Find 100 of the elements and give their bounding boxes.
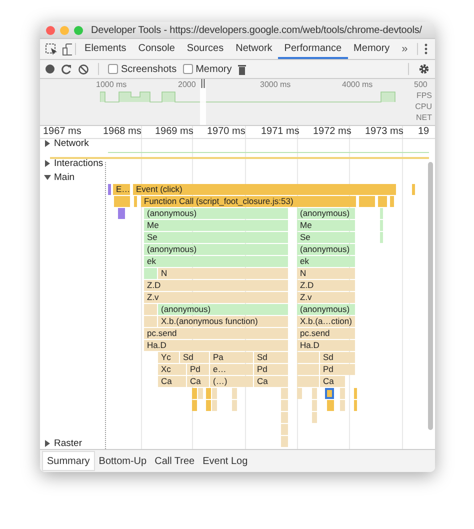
- function-block[interactable]: Pd: [187, 364, 209, 375]
- clear-icon[interactable]: [78, 64, 89, 74]
- track-header[interactable]: Interactions: [44, 158, 104, 169]
- panel-tab[interactable]: Elements: [78, 39, 132, 59]
- function-block[interactable]: [297, 388, 302, 399]
- function-block[interactable]: Sd: [254, 352, 288, 363]
- close-icon[interactable]: [46, 26, 55, 34]
- scrollbar[interactable]: [428, 162, 433, 430]
- function-block[interactable]: pc.send: [144, 328, 288, 339]
- function-block[interactable]: (anonymous): [158, 304, 288, 315]
- function-block[interactable]: Ca: [158, 376, 186, 387]
- function-block[interactable]: pc.send: [297, 328, 355, 339]
- reload-icon[interactable]: [61, 64, 72, 74]
- function-block[interactable]: Z.v: [144, 292, 288, 303]
- maximize-icon[interactable]: [74, 26, 83, 34]
- function-block[interactable]: [281, 388, 288, 399]
- function-block[interactable]: Pd: [254, 364, 288, 375]
- function-block[interactable]: Z.D: [297, 280, 355, 291]
- inspect-icon[interactable]: [45, 43, 57, 55]
- function-block[interactable]: [312, 400, 317, 411]
- function-block[interactable]: N: [158, 268, 288, 279]
- function-block[interactable]: Ha.D: [297, 340, 355, 351]
- collapse-arrow-icon[interactable]: [44, 140, 51, 147]
- function-block[interactable]: Pa: [210, 352, 253, 363]
- function-block[interactable]: Yc: [158, 352, 179, 363]
- function-block[interactable]: [281, 436, 288, 447]
- script-block[interactable]: [325, 388, 334, 399]
- function-block[interactable]: (anonymous): [297, 208, 355, 219]
- device-icon[interactable]: [62, 42, 72, 56]
- details-tab[interactable]: Summary: [42, 451, 95, 471]
- function-block[interactable]: Sd: [180, 352, 209, 363]
- panel-tab[interactable]: Memory: [348, 39, 396, 59]
- panel-tab[interactable]: Sources: [180, 39, 230, 59]
- function-block[interactable]: Ca: [254, 376, 288, 387]
- panel-tab[interactable]: Console: [132, 39, 181, 59]
- track-header[interactable]: Network: [44, 138, 89, 149]
- event-block[interactable]: Event (click): [133, 184, 396, 195]
- event-block[interactable]: E…: [113, 184, 130, 195]
- function-block[interactable]: [144, 304, 157, 315]
- collapse-arrow-icon[interactable]: [44, 160, 51, 167]
- panel-tab[interactable]: Network: [230, 39, 278, 59]
- track-header[interactable]: Raster: [44, 438, 82, 449]
- function-block[interactable]: [144, 316, 157, 327]
- function-block[interactable]: [212, 388, 217, 399]
- function-block[interactable]: [297, 352, 319, 363]
- function-block[interactable]: (anonymous): [297, 304, 355, 315]
- function-block[interactable]: [380, 208, 383, 219]
- function-block[interactable]: [198, 388, 203, 399]
- function-block[interactable]: [212, 400, 217, 411]
- script-block[interactable]: Function Call (script_foot_closure.js:53): [141, 196, 356, 207]
- event-block[interactable]: [412, 184, 415, 195]
- function-block[interactable]: [281, 412, 288, 423]
- function-block[interactable]: [380, 232, 383, 243]
- function-block[interactable]: [340, 400, 345, 411]
- track-header[interactable]: Main: [44, 172, 75, 183]
- paint-block[interactable]: [108, 184, 111, 195]
- function-block[interactable]: Z.D: [144, 280, 288, 291]
- trash-icon[interactable]: [238, 64, 246, 74]
- function-block[interactable]: X.b.(anonymous function): [158, 316, 288, 327]
- function-block[interactable]: (…): [210, 376, 253, 387]
- minimize-icon[interactable]: [60, 26, 69, 34]
- function-block[interactable]: [144, 268, 157, 279]
- function-block[interactable]: Xc: [158, 364, 186, 375]
- function-block[interactable]: Z.v: [297, 292, 355, 303]
- function-block[interactable]: Ca: [187, 376, 209, 387]
- function-block[interactable]: N: [297, 268, 355, 279]
- function-block[interactable]: [232, 388, 237, 399]
- function-block[interactable]: (anonymous): [297, 244, 355, 255]
- settings-icon[interactable]: [418, 63, 430, 75]
- function-block[interactable]: e…: [210, 364, 253, 375]
- collapse-arrow-icon[interactable]: [44, 440, 51, 447]
- function-block[interactable]: Pd: [320, 364, 355, 375]
- function-block[interactable]: [312, 412, 317, 423]
- checkbox[interactable]: [108, 64, 118, 74]
- function-block[interactable]: ek: [144, 256, 288, 267]
- function-block[interactable]: [297, 364, 319, 375]
- function-block[interactable]: [232, 400, 237, 411]
- details-tab[interactable]: Bottom-Up: [94, 451, 151, 471]
- function-block[interactable]: X.b.(a…ction): [297, 316, 355, 327]
- details-tab[interactable]: Event Log: [198, 451, 252, 471]
- function-block[interactable]: Ha.D: [144, 340, 288, 351]
- function-block[interactable]: [281, 400, 288, 411]
- paint-block[interactable]: [118, 208, 125, 219]
- function-block[interactable]: Se: [144, 232, 288, 243]
- function-block[interactable]: [312, 388, 317, 399]
- function-block[interactable]: (anonymous): [144, 208, 288, 219]
- function-block[interactable]: Ca: [320, 376, 345, 387]
- function-block[interactable]: Se: [297, 232, 355, 243]
- function-block[interactable]: Me: [297, 220, 355, 231]
- function-block[interactable]: [281, 424, 288, 435]
- expand-arrow-icon[interactable]: [44, 174, 51, 181]
- function-block[interactable]: Sd: [320, 352, 355, 363]
- function-block[interactable]: Me: [144, 220, 288, 231]
- details-tab[interactable]: Call Tree: [150, 451, 199, 471]
- record-icon[interactable]: [45, 64, 55, 74]
- checkbox[interactable]: [182, 64, 193, 74]
- function-block[interactable]: [297, 376, 319, 387]
- function-block[interactable]: ek: [297, 256, 355, 267]
- function-block[interactable]: [380, 220, 383, 231]
- function-block[interactable]: [340, 388, 345, 399]
